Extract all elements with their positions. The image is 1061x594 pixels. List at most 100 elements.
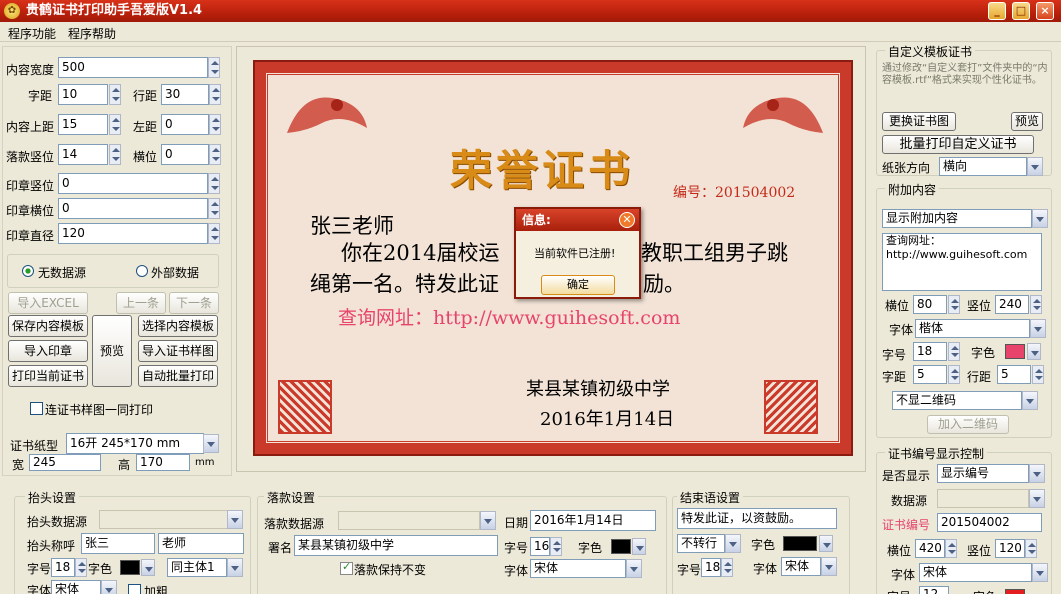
auto-batch-print-button[interactable]: 自动批量打印 (138, 365, 218, 387)
sign-horizontal-input[interactable]: 0 (161, 144, 209, 165)
add-qr-button[interactable]: 加入二维码 (927, 415, 1009, 434)
radio-no-source[interactable] (22, 265, 34, 277)
closing-color-swatch[interactable] (783, 536, 817, 551)
extra-font-select[interactable]: 楷体 (915, 319, 1030, 338)
show-number-select[interactable]: 显示编号 (937, 464, 1029, 483)
extra-color-swatch[interactable] (1005, 344, 1025, 359)
dialog-close-icon[interactable]: ✕ (619, 212, 635, 228)
batch-print-custom-button[interactable]: 批量打印自定义证书 (882, 135, 1034, 154)
extra-color-dropdown[interactable] (1027, 343, 1041, 360)
seal-diameter-input[interactable]: 120 (58, 223, 208, 244)
next-record-button[interactable]: 下一条 (169, 292, 219, 314)
import-seal-button[interactable]: 导入印章 (8, 340, 88, 362)
dialog-ok-button[interactable]: 确定 (541, 275, 615, 295)
extra-content-textarea[interactable]: 查询网址： http://www.guihesoft.com (882, 233, 1042, 291)
extra-v-spinner[interactable] (1030, 295, 1042, 314)
seal-vertical-input[interactable]: 0 (58, 173, 208, 194)
header-bold-checkbox[interactable] (128, 584, 141, 594)
left-margin-spinner[interactable] (209, 114, 221, 135)
seal-horizontal-input[interactable]: 0 (58, 198, 208, 219)
menu-program-functions[interactable]: 程序功能 (8, 25, 56, 42)
seal-horizontal-spinner[interactable] (208, 198, 220, 219)
closing-size-input[interactable]: 18 (701, 558, 721, 577)
header-source-select[interactable] (99, 510, 229, 529)
minimize-button[interactable]: _ (988, 2, 1006, 20)
line-spacing-spinner[interactable] (209, 84, 221, 105)
show-extra-select[interactable]: 显示附加内容 (882, 209, 1032, 228)
header-title-input[interactable]: 老师 (158, 533, 244, 554)
signature-color-swatch[interactable] (611, 539, 631, 554)
print-with-sample-checkbox[interactable] (30, 402, 43, 415)
number-h-input[interactable]: 420 (915, 539, 945, 558)
number-v-spinner[interactable] (1025, 539, 1037, 558)
header-size-spinner[interactable] (75, 558, 87, 577)
cert-number-input[interactable]: 201504002 (937, 513, 1042, 532)
keep-signature-checkbox[interactable]: ✓ (340, 560, 353, 575)
header-font-dropdown[interactable] (101, 580, 117, 594)
previous-record-button[interactable]: 上一条 (116, 292, 166, 314)
signature-size-input[interactable]: 16 (530, 537, 550, 556)
signature-source-select[interactable] (338, 511, 480, 530)
header-color-swatch[interactable] (120, 560, 140, 575)
closing-size-spinner[interactable] (721, 558, 733, 577)
maximize-button[interactable]: □ (1012, 2, 1030, 20)
show-number-dropdown[interactable] (1029, 464, 1045, 483)
closing-font-select[interactable]: 宋体 (781, 557, 821, 576)
orientation-select[interactable]: 横向 (939, 157, 1027, 176)
number-color-swatch[interactable] (1005, 589, 1025, 594)
closing-font-dropdown[interactable] (821, 557, 837, 576)
signature-font-select[interactable]: 宋体 (530, 559, 626, 578)
header-font-style-select[interactable]: 同主体1 (167, 558, 227, 577)
wrap-mode-dropdown[interactable] (725, 534, 741, 553)
extra-line-input[interactable]: 5 (997, 365, 1031, 384)
select-content-template-button[interactable]: 选择内容模板 (138, 315, 218, 337)
number-v-input[interactable]: 120 (995, 539, 1025, 558)
import-excel-button[interactable]: 导入EXCEL (8, 292, 88, 314)
sign-vertical-spinner[interactable] (109, 144, 121, 165)
left-margin-input[interactable]: 0 (161, 114, 209, 135)
date-input[interactable]: 2016年1月14日 (530, 510, 656, 531)
extra-h-input[interactable]: 80 (913, 295, 947, 314)
paper-type-select[interactable]: 16开 245*170 mm (66, 433, 204, 454)
top-margin-input[interactable]: 15 (58, 114, 108, 135)
closing-color-dropdown[interactable] (819, 535, 833, 552)
orientation-dropdown[interactable] (1027, 157, 1043, 176)
custom-preview-button[interactable]: 预览 (1011, 112, 1043, 131)
signature-source-dropdown[interactable] (480, 511, 496, 530)
signature-size-spinner[interactable] (550, 537, 562, 556)
extra-font-dropdown[interactable] (1030, 319, 1046, 338)
number-size-input[interactable]: 12 (919, 586, 949, 594)
height-input[interactable]: 170 (136, 454, 190, 471)
extra-spacing-input[interactable]: 5 (913, 365, 947, 384)
seal-diameter-spinner[interactable] (208, 223, 220, 244)
qr-dropdown[interactable] (1022, 391, 1038, 410)
show-extra-dropdown[interactable] (1032, 209, 1048, 228)
import-sample-image-button[interactable]: 导入证书样图 (138, 340, 218, 362)
save-content-template-button[interactable]: 保存内容模板 (8, 315, 88, 337)
header-font-select[interactable]: 宋体 (51, 580, 101, 594)
header-font-style-dropdown[interactable] (227, 558, 243, 577)
header-color-dropdown[interactable] (141, 559, 155, 576)
header-size-input[interactable]: 18 (51, 558, 75, 577)
width-input[interactable]: 245 (29, 454, 101, 471)
extra-size-spinner[interactable] (948, 342, 960, 361)
signature-font-dropdown[interactable] (626, 559, 642, 578)
sign-horizontal-spinner[interactable] (209, 144, 221, 165)
close-button[interactable]: × (1036, 2, 1054, 20)
closing-text-input[interactable]: 特发此证，以资鼓励。 (677, 508, 837, 529)
extra-v-input[interactable]: 240 (995, 295, 1029, 314)
number-source-dropdown[interactable] (1029, 489, 1045, 508)
char-spacing-input[interactable]: 10 (58, 84, 108, 105)
number-font-select[interactable]: 宋体 (919, 563, 1032, 582)
content-width-spinner[interactable] (208, 57, 220, 78)
preview-button[interactable]: 预览 (92, 315, 132, 387)
header-source-dropdown[interactable] (227, 510, 243, 529)
number-h-spinner[interactable] (945, 539, 957, 558)
change-certificate-image-button[interactable]: 更换证书图 (882, 112, 956, 131)
qr-select[interactable]: 不显二维码 (892, 391, 1022, 410)
extra-line-spinner[interactable] (1032, 365, 1044, 384)
number-font-dropdown[interactable] (1032, 563, 1048, 582)
signer-input[interactable]: 某县某镇初级中学 (294, 535, 498, 556)
content-width-input[interactable]: 500 (58, 57, 208, 78)
signature-color-dropdown[interactable] (632, 538, 646, 555)
